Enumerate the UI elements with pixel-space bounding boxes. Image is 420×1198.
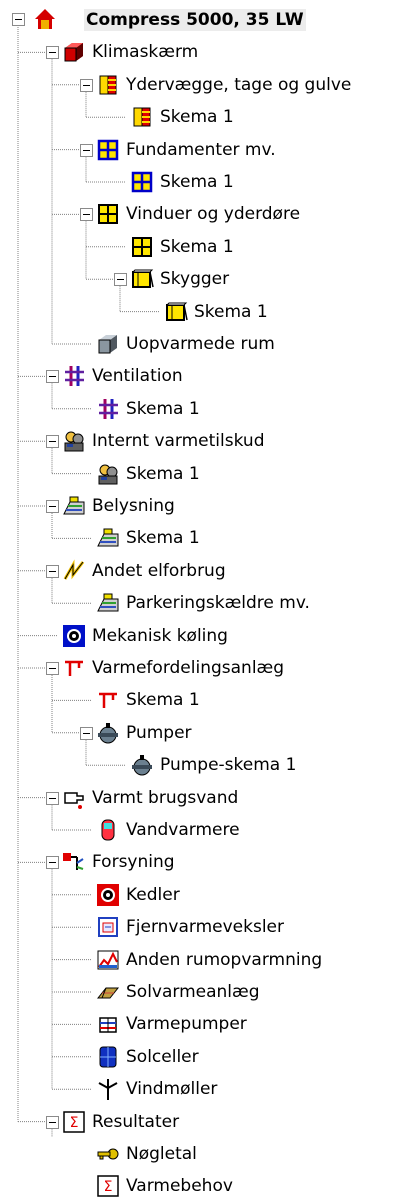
collapse-toggle[interactable] <box>80 208 93 222</box>
tree-node-label[interactable]: Skygger <box>158 268 231 290</box>
tree-root-label[interactable]: Compress 5000, 35 LW <box>84 9 306 31</box>
svg-text:Σ: Σ <box>104 1179 113 1195</box>
electric-icon <box>63 559 85 580</box>
collapse-toggle[interactable] <box>46 435 59 449</box>
window-grid-yellow-icon <box>98 204 118 225</box>
tree-node-label[interactable]: Varmt brugsvand <box>90 787 240 809</box>
pump-icon <box>132 755 152 776</box>
solar-collector-icon <box>96 987 120 999</box>
tree-node-label[interactable]: Klimaskærm <box>90 41 200 63</box>
tree-node-label[interactable]: Anden rumopvarmning <box>124 949 324 971</box>
house-icon <box>35 9 55 29</box>
tree-node-label[interactable]: Forsyning <box>90 851 177 873</box>
collapse-toggle[interactable] <box>114 273 127 287</box>
tree-node-label[interactable]: Solceller <box>124 1046 201 1068</box>
tree-node-label[interactable]: Skema 1 <box>158 171 236 193</box>
pump-icon <box>98 722 118 744</box>
water-heater-icon <box>101 819 115 841</box>
collapse-toggle[interactable] <box>46 564 59 578</box>
lamp-icon <box>97 593 119 612</box>
tree-node-label[interactable]: Mekanisk køling <box>90 625 230 647</box>
shade-icon <box>165 302 188 321</box>
tree-node-label[interactable]: Kedler <box>124 884 182 906</box>
people-icon <box>64 431 84 452</box>
tree-view[interactable]: Compress 5000, 35 LW Klimaskærm Ydervægge… <box>0 0 420 1198</box>
lamp-icon <box>97 528 119 547</box>
ventilation-icon <box>65 366 84 387</box>
tree-node-label[interactable]: Pumper <box>124 722 194 744</box>
tree-node-label[interactable]: Vindmøller <box>124 1078 219 1100</box>
tree-node-label[interactable]: Belysning <box>90 495 177 517</box>
window-grid-blue-icon <box>131 171 153 193</box>
svg-text:Σ: Σ <box>70 1115 79 1131</box>
tree-node-label[interactable]: Resultater <box>90 1111 181 1133</box>
tree-node-label[interactable]: Internt varmetilskud <box>90 430 267 452</box>
tree-node-label[interactable]: Skema 1 <box>124 527 202 549</box>
tree-node-label[interactable]: Andet elforbrug <box>90 560 228 582</box>
sum-icon: Σ <box>63 1110 85 1133</box>
tree-node-label[interactable]: Solvarmeanlæg <box>124 981 262 1003</box>
wind-turbine-icon <box>98 1079 118 1101</box>
key-icon <box>97 1148 119 1160</box>
lamp-icon <box>63 496 85 515</box>
tree-node-label[interactable]: Varmebehov <box>124 1175 235 1197</box>
sum-icon: Σ <box>97 1175 119 1198</box>
exchanger-icon <box>98 917 118 938</box>
tree-node-label[interactable]: Vinduer og yderdøre <box>124 203 302 225</box>
heat-pump-icon <box>99 1017 117 1034</box>
tree-node-label[interactable]: Skema 1 <box>192 301 270 323</box>
collapse-toggle[interactable] <box>46 856 59 870</box>
wall-icon <box>99 75 117 95</box>
gray-cube-icon <box>98 335 117 354</box>
shade-icon <box>131 269 154 289</box>
window-grid-yellow-icon <box>132 236 152 257</box>
distribution-icon <box>65 660 83 676</box>
ventilation-icon <box>99 398 118 419</box>
tree-node-label[interactable]: Parkeringskældre mv. <box>124 592 312 614</box>
tree-node-label[interactable]: Ydervægge, tage og gulve <box>124 74 353 96</box>
wall-icon <box>133 107 151 127</box>
chart-icon <box>97 950 119 970</box>
tree-node-label[interactable]: Skema 1 <box>158 106 236 128</box>
tree-node-label[interactable]: Skema 1 <box>124 689 202 711</box>
distribution-icon <box>99 693 117 709</box>
collapse-toggle[interactable] <box>46 500 59 513</box>
collapse-toggle[interactable] <box>80 726 93 740</box>
tree-node-label[interactable]: Skema 1 <box>158 236 236 258</box>
collapse-toggle[interactable] <box>12 13 25 26</box>
tree-node-label[interactable]: Skema 1 <box>124 463 202 485</box>
collapse-toggle[interactable] <box>46 46 59 60</box>
tree-node-label[interactable]: Fjernvarmeveksler <box>124 916 286 938</box>
supply-icon <box>63 853 84 871</box>
tree-node-label[interactable]: Pumpe-skema 1 <box>158 754 298 776</box>
boiler-icon <box>97 883 119 906</box>
tap-icon <box>64 791 84 809</box>
solar-cell-icon <box>99 1046 117 1068</box>
tree-node-label[interactable]: Vandvarmere <box>124 819 242 841</box>
cooling-icon <box>63 624 85 647</box>
collapse-toggle[interactable] <box>80 143 93 157</box>
collapse-toggle[interactable] <box>46 1115 59 1129</box>
tree-node-label[interactable]: Fundamenter mv. <box>124 139 278 161</box>
tree-node-label[interactable]: Nøgletal <box>124 1143 199 1165</box>
collapse-toggle[interactable] <box>46 791 59 805</box>
tree-node-label[interactable]: Varmepumper <box>124 1013 249 1035</box>
window-grid-blue-icon <box>97 139 119 160</box>
tree-node-label[interactable]: Uopvarmede rum <box>124 333 277 355</box>
collapse-toggle[interactable] <box>80 78 93 92</box>
collapse-toggle[interactable] <box>46 370 59 384</box>
tree-node-label[interactable]: Varmefordelingsanlæg <box>90 657 286 679</box>
collapse-toggle[interactable] <box>46 662 59 675</box>
tree-node-label[interactable]: Ventilation <box>90 365 185 387</box>
tree-node-label[interactable]: Skema 1 <box>124 398 202 420</box>
cube-icon <box>64 43 83 62</box>
people-icon <box>98 464 118 485</box>
